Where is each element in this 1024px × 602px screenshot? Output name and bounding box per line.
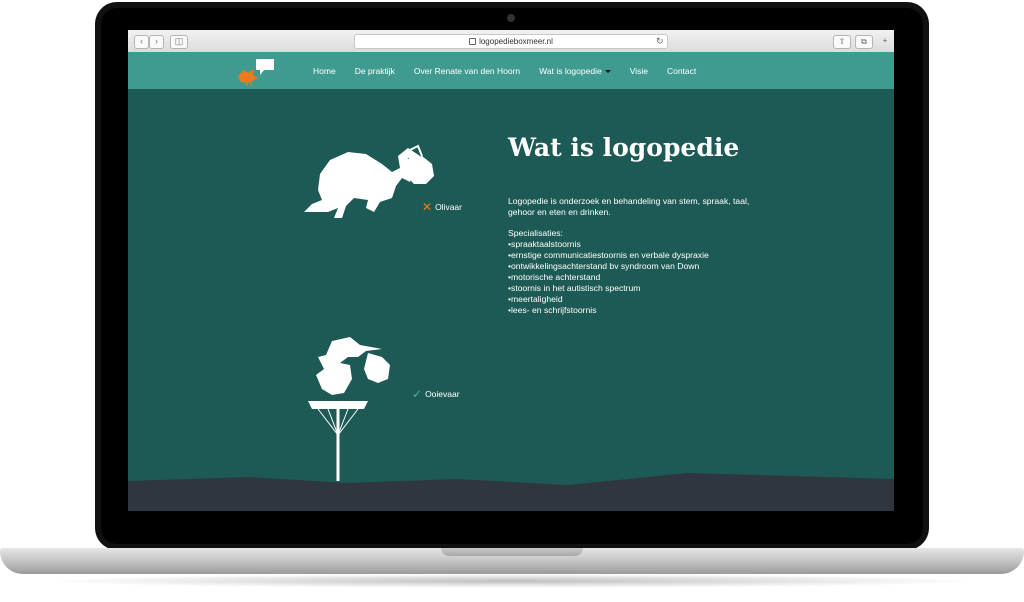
elephant-illustration [304, 144, 434, 218]
spec-list: spraaktaalstoornis ernstige communicatie… [508, 239, 709, 316]
caret-down-icon [604, 69, 611, 73]
list-item: lees- en schrijfstoornis [508, 305, 709, 316]
nav-wat-is-logopedie-label: Wat is logopedie [539, 65, 602, 76]
list-item: motorische achterstand [508, 272, 709, 283]
list-item: stoornis in het autistisch spectrum [508, 283, 709, 294]
specializations: Specialisaties: spraaktaalstoornis ernst… [508, 228, 709, 316]
nav-wat-is-logopedie[interactable]: Wat is logopedie [539, 66, 611, 76]
bird-speech-bubble-logo[interactable] [234, 56, 278, 86]
ground-silhouette [128, 473, 894, 511]
camera-icon [507, 14, 515, 22]
address-bar[interactable]: logopedieboxmeer.nl [354, 34, 668, 49]
browser-screen: ‹ › ◫ logopedieboxmeer.nl ↻ ⇧ ⧉ + Home D… [128, 30, 894, 511]
laptop-base [0, 548, 1024, 574]
url-text: logopedieboxmeer.nl [479, 37, 553, 46]
nav-home[interactable]: Home [313, 66, 336, 76]
lock-icon [469, 38, 477, 46]
main-menu: Home De praktijk Over Renate van den Hoo… [313, 52, 715, 89]
tabs-icon[interactable]: ⧉ [855, 35, 873, 49]
browser-toolbar: ‹ › ◫ logopedieboxmeer.nl ↻ ⇧ ⧉ + [128, 30, 894, 53]
stork-illustration [308, 337, 390, 481]
laptop-notch [441, 548, 583, 556]
elephant-label: Olivaar [435, 202, 462, 212]
nav-over-renate[interactable]: Over Renate van den Hoorn [414, 66, 520, 76]
cross-icon: ✕ [422, 200, 433, 214]
laptop-shadow [40, 574, 984, 588]
site-navbar: Home De praktijk Over Renate van den Hoo… [128, 52, 894, 89]
list-item: ontwikkelingsachterstand bv syndroom van… [508, 261, 709, 272]
chevron-left-icon[interactable]: ‹ [134, 35, 149, 49]
chevron-right-icon[interactable]: › [149, 35, 164, 49]
reload-icon[interactable]: ↻ [656, 34, 664, 48]
nav-de-praktijk[interactable]: De praktijk [355, 66, 395, 76]
list-item: spraaktaalstoornis [508, 239, 709, 250]
spec-heading: Specialisaties: [508, 228, 563, 238]
stork-caption: ✓ Ooievaar [412, 387, 460, 401]
share-icon[interactable]: ⇧ [833, 35, 851, 49]
check-icon: ✓ [412, 387, 423, 401]
intro-text: Logopedie is onderzoek en behandeling va… [508, 196, 750, 217]
list-item: ernstige communicatiestoornis en verbale… [508, 250, 709, 261]
stork-label: Ooievaar [425, 389, 460, 399]
page-title: Wat is logopedie [508, 133, 740, 162]
list-item: meertaligheid [508, 294, 709, 305]
elephant-caption: ✕ Olivaar [422, 200, 462, 214]
new-tab-button[interactable]: + [880, 35, 890, 47]
sidebar-icon[interactable]: ◫ [170, 35, 188, 49]
nav-contact[interactable]: Contact [667, 66, 696, 76]
nav-visie[interactable]: Visie [630, 66, 648, 76]
